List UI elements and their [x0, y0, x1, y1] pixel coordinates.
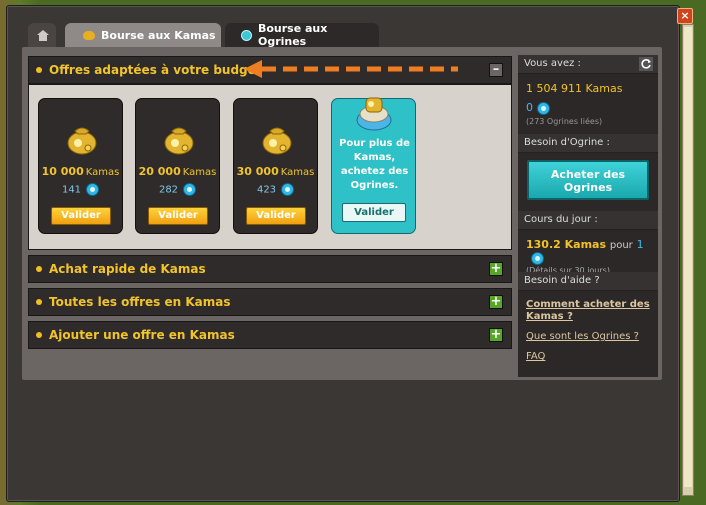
balance-header: Vous avez :: [518, 55, 658, 74]
besoin-ogrine-panel: Acheter des Ogrines: [518, 153, 658, 211]
offer-card: 10 000 Kamas 141 Valider: [38, 98, 123, 234]
kamas-bag-icon: [83, 30, 95, 40]
ogrine-icon: [281, 183, 295, 196]
bullet-icon: [36, 67, 42, 73]
offer-price: 282: [136, 183, 219, 196]
bullet-icon: [36, 299, 42, 305]
cours-header: Cours du jour :: [518, 211, 658, 230]
section-title: Toutes les offres en Kamas: [49, 295, 231, 309]
aide-panel: Comment acheter des Kamas ? Que sont les…: [518, 291, 658, 377]
tab-kamas-label: Bourse aux Kamas: [101, 28, 216, 42]
offer-amount: 30 000 Kamas: [236, 165, 315, 178]
section-add-offer[interactable]: Ajouter une offre en Kamas +: [28, 321, 512, 349]
expand-toggle[interactable]: +: [489, 295, 503, 309]
aide-header: Besoin d'aide ?: [518, 272, 658, 291]
help-link-buy-kamas[interactable]: Comment acheter des Kamas ?: [526, 299, 650, 323]
promo-ogrines-card: Pour plus de Kamas, achetez des Ogrines.…: [331, 97, 416, 234]
section-quick-buy[interactable]: Achat rapide de Kamas +: [28, 255, 512, 283]
ogrine-chest-icon: [356, 97, 392, 131]
ogrine-icon: [531, 251, 544, 265]
buy-ogrines-button[interactable]: Acheter des Ogrines: [527, 160, 649, 200]
kamas-bag-icon: [262, 127, 292, 155]
arrow-indicator: [244, 60, 458, 78]
bullet-icon: [36, 332, 42, 338]
offer-card: 30 000 Kamas 423 Valider: [233, 98, 318, 234]
expand-toggle[interactable]: +: [489, 328, 503, 342]
offer-price: 141: [39, 183, 122, 196]
offer-card: 20 000 Kamas 282 Valider: [135, 98, 220, 234]
besoin-ogrine-header: Besoin d'Ogrine :: [518, 134, 658, 153]
ogrine-icon: [537, 101, 550, 115]
scrollbar[interactable]: [682, 24, 694, 496]
ogrine-gem-icon: [241, 29, 252, 41]
balance-panel: 1 504 911 Kamas 0 (273 Ogrines liées): [518, 74, 658, 134]
offer-amount: 20 000 Kamas: [138, 165, 217, 178]
cours-panel: 130.2 Kamas pour 1 (Détails sur 30 jours…: [518, 230, 658, 275]
help-link-ogrines[interactable]: Que sont les Ogrines ?: [526, 331, 650, 343]
collapse-toggle[interactable]: –: [489, 63, 503, 77]
offers-panel: 10 000 Kamas 141 Valider 20 000 Kamas 282 …: [28, 84, 512, 250]
tab-home[interactable]: [28, 23, 56, 47]
scroll-thumb[interactable]: [684, 27, 692, 487]
linked-ogrines: (273 Ogrines liées): [526, 116, 603, 126]
ogrine-icon: [86, 183, 100, 196]
bullet-icon: [36, 266, 42, 272]
sidebar: Vous avez : 1 504 911 Kamas 0 (273 Ogrin…: [518, 55, 658, 377]
valider-button[interactable]: Valider: [148, 207, 208, 225]
offer-price: 423: [234, 183, 317, 196]
rate-value: 130.2 Kamas pour 1: [526, 238, 650, 265]
refresh-icon[interactable]: [639, 57, 653, 71]
valider-button[interactable]: Valider: [51, 207, 111, 225]
offer-amount: 10 000 Kamas: [41, 165, 120, 178]
close-button[interactable]: ×: [677, 8, 693, 24]
tab-kamas-market[interactable]: Bourse aux Kamas: [65, 23, 221, 47]
section-title: Ajouter une offre en Kamas: [49, 328, 235, 342]
ogrines-balance: 0: [526, 101, 650, 115]
kamas-balance: 1 504 911 Kamas: [526, 82, 623, 95]
section-title: Offres adaptées à votre budget: [49, 63, 262, 77]
help-link-faq[interactable]: FAQ: [526, 351, 650, 363]
home-icon: [36, 29, 49, 41]
section-all-offers[interactable]: Toutes les offres en Kamas +: [28, 288, 512, 316]
expand-toggle[interactable]: +: [489, 262, 503, 276]
tab-ogrines-market[interactable]: Bourse aux Ogrines: [225, 22, 379, 48]
promo-text: Pour plus de Kamas, achetez des Ogrines.: [339, 138, 410, 191]
tab-ogrines-label: Bourse aux Ogrines: [257, 22, 328, 48]
kamas-bag-icon: [67, 127, 97, 155]
ogrine-icon: [183, 183, 197, 196]
section-title: Achat rapide de Kamas: [49, 262, 206, 276]
kamas-bag-icon: [164, 127, 194, 155]
promo-valider-button[interactable]: Valider: [342, 203, 406, 222]
valider-button[interactable]: Valider: [246, 207, 306, 225]
